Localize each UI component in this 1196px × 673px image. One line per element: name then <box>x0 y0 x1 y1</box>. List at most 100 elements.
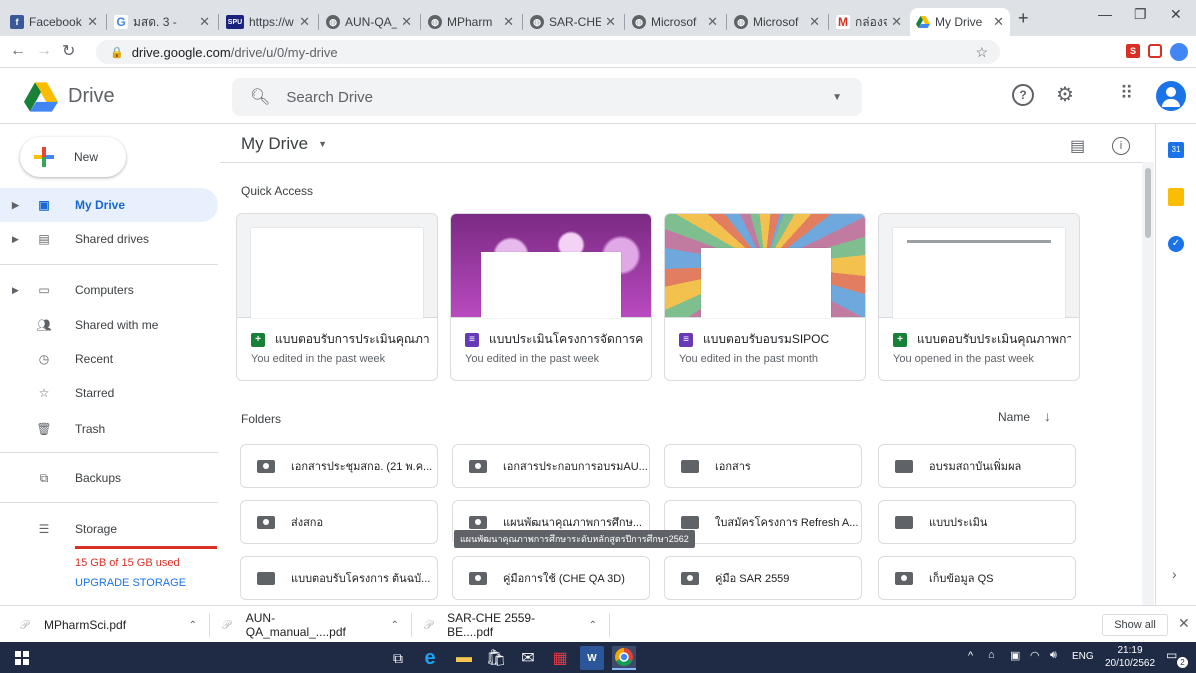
close-tab-icon[interactable]: ✕ <box>993 14 1004 30</box>
drive-logo-text[interactable]: Drive <box>68 85 115 108</box>
quick-access-card-1[interactable]: ≡ แบบประเมินโครงการจัดการคว... You edited… <box>450 213 652 381</box>
sort-direction-icon[interactable]: ↓ <box>1044 408 1051 424</box>
mail-icon[interactable]: ✉ <box>516 646 540 670</box>
new-button[interactable]: New <box>20 137 126 177</box>
close-tab-icon[interactable]: ✕ <box>891 14 902 30</box>
wifi-icon[interactable]: ◠ <box>1030 649 1040 662</box>
tasks-icon[interactable]: ✓ <box>1168 236 1184 252</box>
browser-tab-3[interactable]: ◍ AUN-QA_ ✕ <box>320 8 418 36</box>
browser-tab-0[interactable]: f Facebook ✕ <box>4 8 104 36</box>
download-item[interactable]: 𝒫 MPharmSci.pdf ⌃ <box>20 613 210 637</box>
close-tab-icon[interactable]: ✕ <box>87 14 98 30</box>
network-icon[interactable]: ⌂ <box>988 649 995 661</box>
sidebar-item-starred[interactable]: ☆ Starred <box>0 376 218 410</box>
chrome-menu-icon[interactable]: ⋮ <box>1190 43 1196 60</box>
chevron-up-icon[interactable]: ⌃ <box>589 620 597 631</box>
folder-item[interactable]: เอกสารประชุมสกอ. (21 พ.ค... <box>240 444 438 488</box>
folder-item[interactable]: เอกสารประกอบการอบรมAU... <box>452 444 650 488</box>
keep-icon[interactable] <box>1168 188 1184 206</box>
profile-avatar-icon[interactable] <box>1170 43 1188 61</box>
chrome-taskbar-icon[interactable] <box>612 646 636 670</box>
apps-grid-icon[interactable]: ⠿ <box>1120 83 1133 104</box>
account-avatar[interactable] <box>1156 81 1186 111</box>
calendar-icon[interactable]: 31 <box>1168 142 1184 158</box>
close-window-icon[interactable]: ✕ <box>1170 6 1182 23</box>
close-tab-icon[interactable]: ✕ <box>503 14 514 30</box>
edge-browser-icon[interactable]: e <box>418 646 442 670</box>
store-icon[interactable]: 🛍︎ <box>484 646 508 670</box>
page-title[interactable]: My Drive ▼ <box>241 134 327 154</box>
tray-app-icon[interactable]: ▣ <box>1010 649 1020 662</box>
download-item[interactable]: 𝒫 AUN-QA_manual_....pdf ⌃ <box>222 611 412 639</box>
language-indicator[interactable]: ENG <box>1072 651 1094 662</box>
quick-access-card-2[interactable]: ≡ แบบตอบรับอบรมSIPOC You edited in the pa… <box>664 213 866 381</box>
close-downloads-icon[interactable]: ✕ <box>1178 615 1190 632</box>
help-icon[interactable]: ? <box>1012 84 1034 106</box>
restore-icon[interactable]: ❐ <box>1134 6 1147 23</box>
clock[interactable]: 21:19 20/10/2562 <box>1104 644 1156 670</box>
pocket-extension-icon[interactable] <box>1148 44 1162 58</box>
folder-item[interactable]: แบบตอบรับโครงการ ต้นฉบั... <box>240 556 438 600</box>
folder-item[interactable]: แบบประเมิน <box>878 500 1076 544</box>
back-icon[interactable]: ← <box>10 42 26 60</box>
tray-chevron-icon[interactable]: ^ <box>968 650 973 662</box>
office-icon[interactable]: ▦ <box>548 646 572 670</box>
sidebar-item-shared-with-me[interactable]: 👥︎ Shared with me <box>0 308 218 342</box>
settings-gear-icon[interactable]: ⚙ <box>1056 82 1074 107</box>
minimize-icon[interactable]: — <box>1098 6 1112 22</box>
close-tab-icon[interactable]: ✕ <box>809 14 820 30</box>
chevron-up-icon[interactable]: ⌃ <box>391 620 399 631</box>
folder-item[interactable]: ส่งสกอ <box>240 500 438 544</box>
sidebar-item-backups[interactable]: ⧉ Backups <box>0 461 218 495</box>
browser-tab-8[interactable]: Mกล่องจดหม✕ <box>830 8 908 36</box>
expand-side-panel-icon[interactable]: › <box>1172 566 1177 582</box>
reload-icon[interactable]: ↻ <box>62 41 75 61</box>
sort-by-name-button[interactable]: Name <box>998 410 1030 424</box>
quick-access-card-3[interactable]: + แบบตอบรับประเมินคุณภาพกา... You opened … <box>878 213 1080 381</box>
volume-icon[interactable]: 🔊︎ <box>1050 649 1057 662</box>
word-icon[interactable]: W <box>580 646 604 670</box>
download-item[interactable]: 𝒫 SAR-CHE 2559-BE....pdf ⌃ <box>424 611 610 639</box>
drive-logo-icon[interactable] <box>24 82 58 115</box>
folder-item[interactable]: อบรมสถาบันเพิ่มผล <box>878 444 1076 488</box>
chevron-up-icon[interactable]: ⌃ <box>189 620 197 631</box>
file-explorer-icon[interactable]: ▬ <box>452 646 476 670</box>
sidebar-item-trash[interactable]: 🗑︎ Trash <box>0 412 218 446</box>
browser-tab-2[interactable]: SPU https://w ✕ <box>220 8 316 36</box>
sidebar-item-computers[interactable]: ▶ ▭ Computers <box>0 273 218 307</box>
browser-tab-5[interactable]: ◍ SAR-CHE ✕ <box>524 8 622 36</box>
browser-tab-6[interactable]: ◍ Microsof ✕ <box>626 8 724 36</box>
close-tab-icon[interactable]: ✕ <box>605 14 616 30</box>
forward-icon[interactable]: → <box>36 42 52 60</box>
sidebar-item-recent[interactable]: ◷ Recent <box>0 342 218 376</box>
quick-access-card-0[interactable]: + แบบตอบรับการประเมินคุณภา... You edited … <box>236 213 438 381</box>
browser-tab-active[interactable]: My Drive ✕ <box>910 8 1010 36</box>
close-tab-icon[interactable]: ✕ <box>401 14 412 30</box>
browser-tab-4[interactable]: ◍ MPharm ✕ <box>422 8 520 36</box>
address-bar[interactable]: 🔒 drive.google.com/drive/u/0/my-drive ☆ <box>96 40 1000 64</box>
close-tab-icon[interactable]: ✕ <box>299 14 310 30</box>
folder-item[interactable]: คู่มือ SAR 2559 <box>664 556 862 600</box>
folder-item[interactable]: เอกสาร <box>664 444 862 488</box>
scrollbar-thumb[interactable] <box>1145 168 1151 238</box>
star-bookmark-icon[interactable]: ☆ <box>975 44 988 61</box>
new-tab-button[interactable]: + <box>1018 8 1029 29</box>
windows-start-icon[interactable] <box>10 646 34 670</box>
task-view-icon[interactable]: ⧉ <box>386 646 410 670</box>
sidebar-item-my-drive[interactable]: ▶ ▣ My Drive <box>0 188 218 222</box>
folder-item[interactable]: คู่มือการใช้ (CHE QA 3D) <box>452 556 650 600</box>
browser-tab-1[interactable]: G มสด. 3 - ✕ <box>108 8 216 36</box>
folder-item[interactable]: เก็บข้อมูล QS <box>878 556 1076 600</box>
show-all-downloads-button[interactable]: Show all <box>1102 614 1168 636</box>
sidebar-item-shared-drives[interactable]: ▶ ▤ Shared drives <box>0 222 218 256</box>
extension-s-icon[interactable]: S <box>1126 44 1140 58</box>
search-input[interactable]: 🔍︎ Search Drive ▼ <box>232 78 862 116</box>
close-tab-icon[interactable]: ✕ <box>199 14 210 30</box>
search-options-icon[interactable]: ▼ <box>832 92 842 103</box>
sidebar-item-storage[interactable]: ☰ Storage <box>0 512 218 546</box>
search-icon[interactable]: 🔍︎ <box>250 87 270 107</box>
upgrade-storage-link[interactable]: UPGRADE STORAGE <box>75 577 186 589</box>
info-icon[interactable]: i <box>1112 137 1130 155</box>
list-view-icon[interactable]: ▤ <box>1070 136 1085 156</box>
browser-tab-7[interactable]: ◍ Microsof ✕ <box>728 8 826 36</box>
